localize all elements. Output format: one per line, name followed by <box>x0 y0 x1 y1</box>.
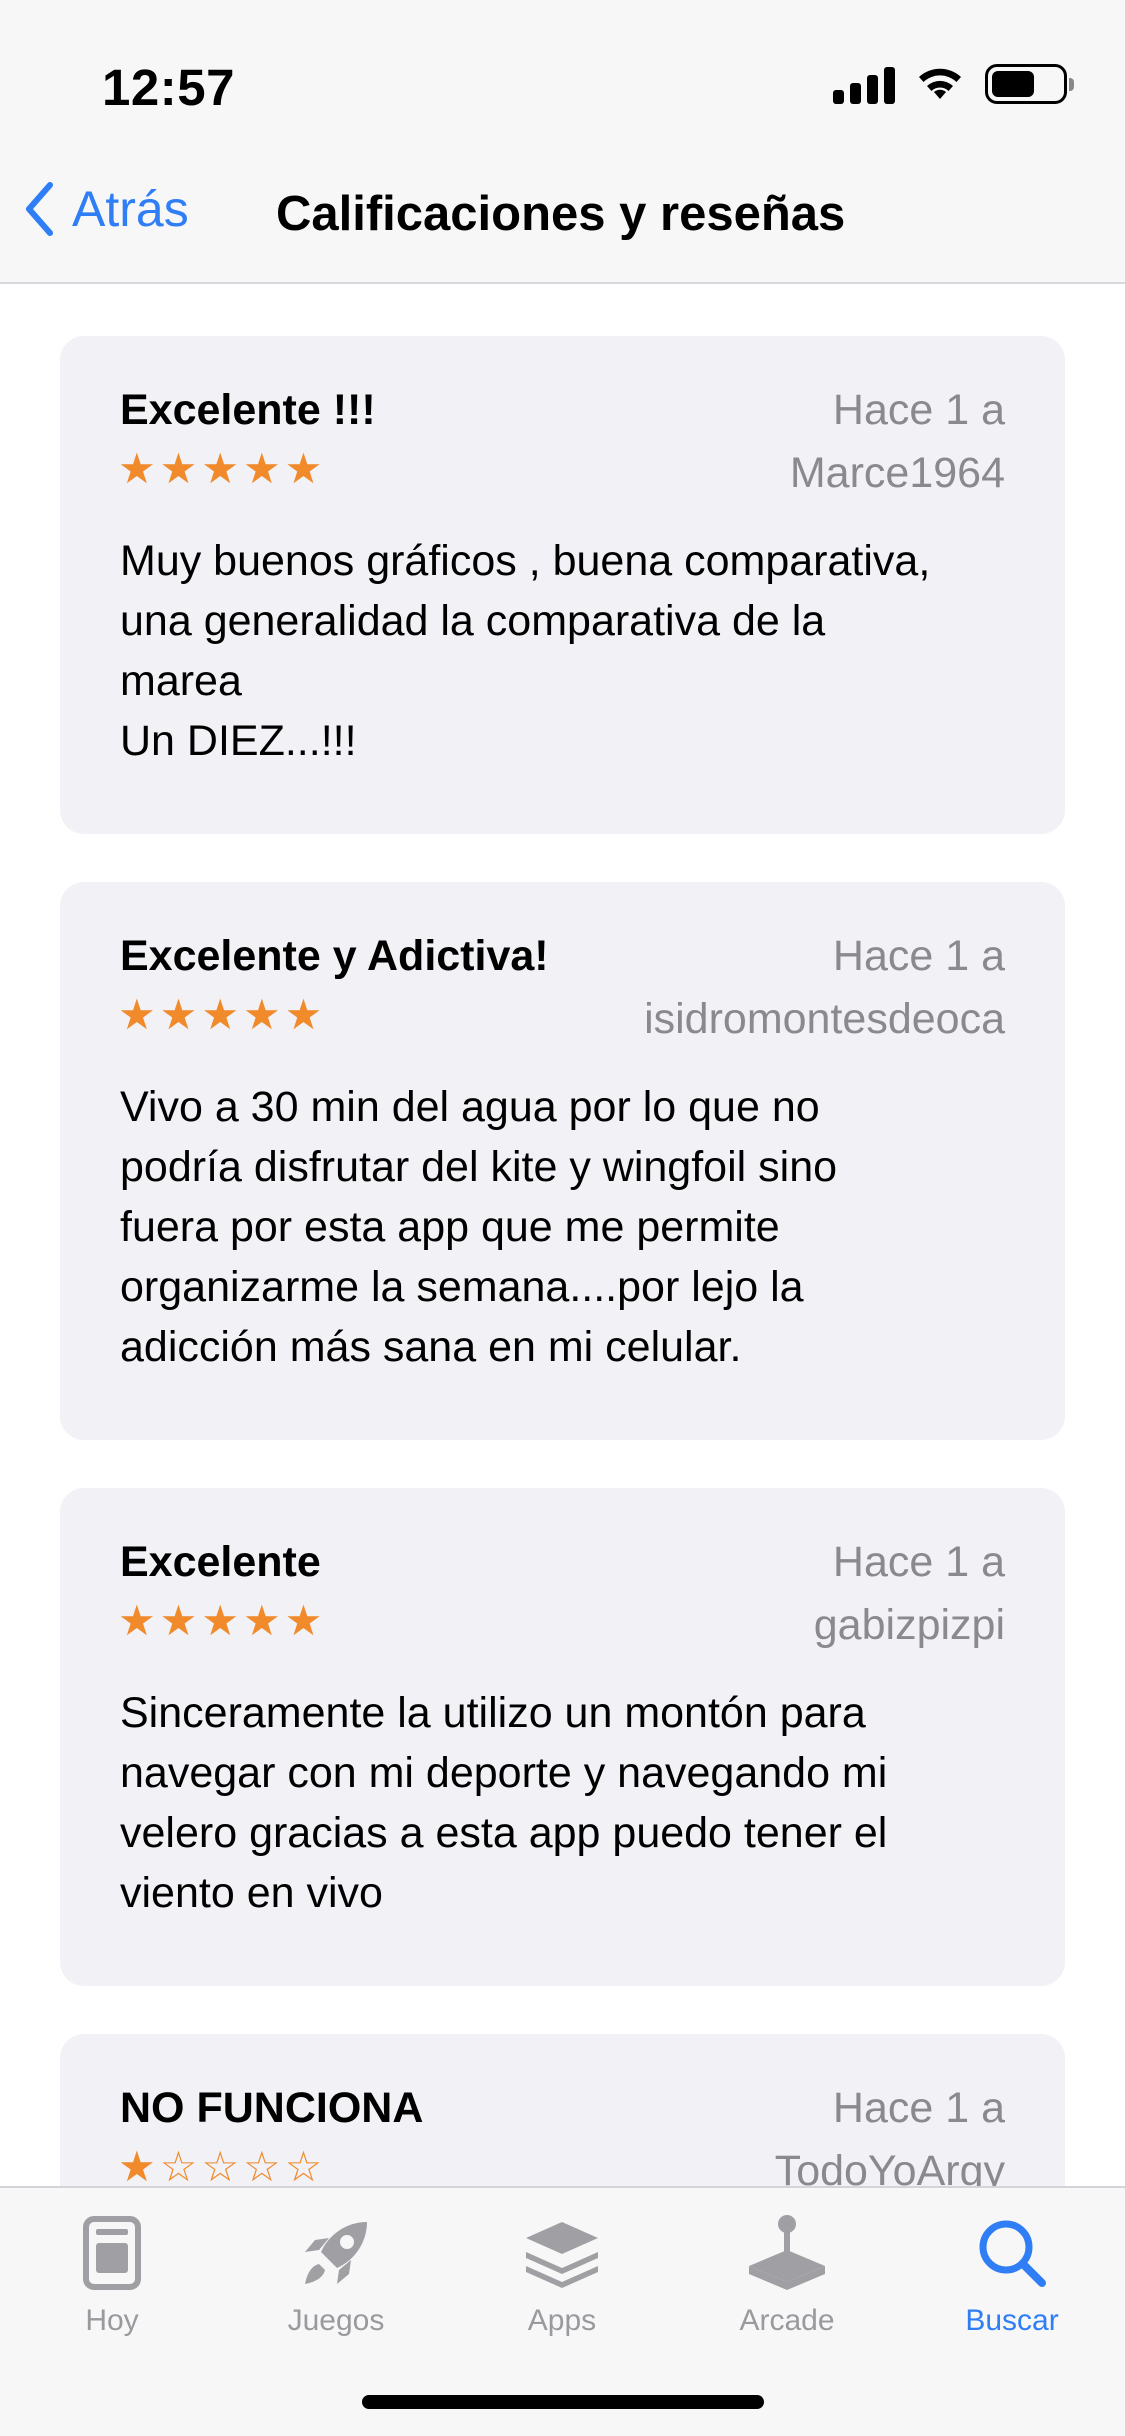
review-card[interactable]: NO FUNCIONA Hace 1 a TodoYoArgy ★ ☆ ☆ ☆ ☆ <box>60 2034 1065 2186</box>
star-filled-icon: ★ <box>284 445 323 492</box>
review-title: NO FUNCIONA <box>120 2084 424 2132</box>
star-rating: ★ ★ ★ ★ ★ <box>118 1600 322 1642</box>
star-filled-icon: ★ <box>242 1597 281 1644</box>
star-empty-icon: ☆ <box>201 2143 239 2187</box>
star-empty-icon: ☆ <box>159 2143 198 2187</box>
review-card[interactable]: Excelente y Adictiva! Hace 1 a isidromon… <box>60 882 1065 1440</box>
star-filled-icon: ★ <box>242 445 281 492</box>
tab-label: Hoy <box>85 2304 139 2337</box>
tab-buscar[interactable]: Buscar <box>912 2208 1112 2338</box>
star-filled-icon: ★ <box>118 1597 156 1644</box>
cellular-signal-icon <box>833 64 895 104</box>
top-bar: 12:57 Atrás Calificaciones y reseñas <box>0 0 1125 284</box>
review-author: Marce1964 <box>789 449 1005 497</box>
star-filled-icon: ★ <box>159 445 198 492</box>
home-indicator[interactable] <box>362 2395 764 2409</box>
rocket-icon <box>236 2208 436 2298</box>
battery-icon <box>985 64 1074 104</box>
star-rating: ★ ☆ ☆ ☆ ☆ <box>118 2143 323 2187</box>
today-icon <box>12 2208 212 2298</box>
tab-arcade[interactable]: Arcade <box>687 2208 887 2338</box>
star-filled-icon: ★ <box>159 1597 198 1644</box>
star-filled-icon: ★ <box>284 991 323 1038</box>
review-date: Hace 1 a <box>832 1538 1005 1586</box>
tab-label: Juegos <box>287 2304 385 2337</box>
back-label: Atrás <box>72 181 189 237</box>
star-empty-icon: ☆ <box>242 2143 281 2187</box>
status-time: 12:57 <box>102 59 235 116</box>
wifi-icon <box>919 68 961 99</box>
star-rating: ★ ★ ★ ★ ★ <box>118 448 322 490</box>
apps-stack-icon <box>462 2208 662 2298</box>
review-title: Excelente !!! <box>120 386 376 434</box>
star-filled-icon: ★ <box>118 445 156 492</box>
tab-juegos[interactable]: Juegos <box>236 2208 436 2338</box>
page-title: Calificaciones y reseñas <box>276 187 846 241</box>
status-icons <box>833 64 1074 104</box>
review-date: Hace 1 a <box>832 386 1005 434</box>
tab-label: Apps <box>527 2304 597 2337</box>
star-empty-icon: ☆ <box>284 2143 323 2187</box>
star-filled-icon: ★ <box>284 1597 323 1644</box>
review-card[interactable]: Excelente Hace 1 a gabizpizpi ★ ★ ★ ★ ★ Sinc… <box>60 1488 1065 1986</box>
review-author: gabizpizpi <box>813 1601 1005 1649</box>
arcade-joystick-icon <box>687 2208 887 2298</box>
star-filled-icon: ★ <box>201 445 239 492</box>
star-rating: ★ ★ ★ ★ ★ <box>118 994 322 1036</box>
star-filled-icon: ★ <box>159 991 198 1038</box>
star-filled-icon: ★ <box>118 2143 156 2187</box>
review-date: Hace 1 a <box>832 932 1005 980</box>
review-date: Hace 1 a <box>832 2084 1005 2132</box>
star-filled-icon: ★ <box>118 991 156 1038</box>
tab-hoy[interactable]: Hoy <box>12 2208 212 2338</box>
search-icon <box>912 2208 1112 2298</box>
chevron-left-icon <box>26 182 53 236</box>
review-title: Excelente y Adictiva! <box>120 932 549 980</box>
review-card[interactable]: Excelente !!! Hace 1 a Marce1964 ★ ★ ★ ★ ★ M… <box>60 336 1065 834</box>
tab-label: Buscar <box>965 2304 1059 2337</box>
star-filled-icon: ★ <box>201 1597 239 1644</box>
tab-apps[interactable]: Apps <box>462 2208 662 2338</box>
star-filled-icon: ★ <box>242 991 281 1038</box>
star-filled-icon: ★ <box>201 991 239 1038</box>
back-button[interactable]: Atrás <box>24 180 189 238</box>
review-body: Muy buenos gráficos , buena comparativa,… <box>120 537 931 765</box>
review-author: isidromontesdeoca <box>644 995 1005 1043</box>
review-body: Vivo a 30 min del agua por lo que no pod… <box>120 1083 838 1371</box>
review-title: Excelente <box>120 1538 321 1586</box>
tab-label: Arcade <box>739 2304 835 2337</box>
review-body: Sinceramente la utilizo un montón para n… <box>120 1689 888 1917</box>
review-author: TodoYoArgy <box>774 2147 1005 2186</box>
reviews-list[interactable]: Excelente !!! Hace 1 a Marce1964 ★ ★ ★ ★ ★ M… <box>0 284 1125 2186</box>
